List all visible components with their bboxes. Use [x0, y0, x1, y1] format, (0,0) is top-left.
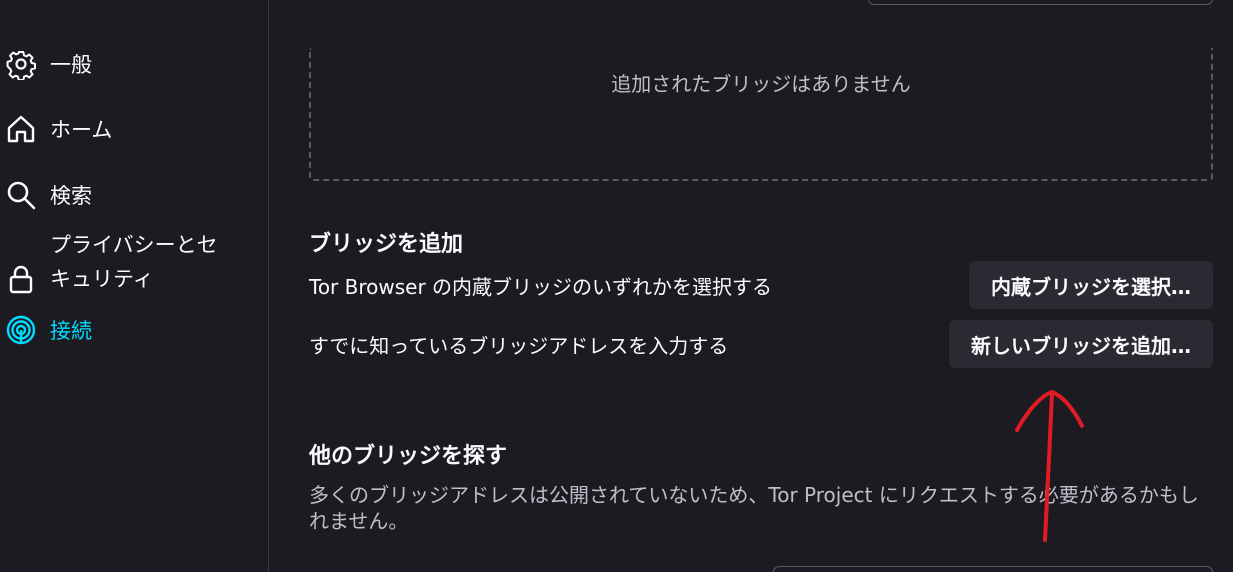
find-bridges-heading: 他のブリッジを探す — [309, 444, 508, 469]
sidebar-item-label: 検索 — [50, 184, 92, 208]
find-bridges-description: 多くのブリッジアドレスは公開されていないため、Tor Project にリクエス… — [309, 483, 1199, 533]
sidebar-item-label: 一般 — [50, 53, 92, 77]
bottom-control-edge[interactable] — [773, 566, 1213, 572]
lock-icon — [4, 262, 38, 296]
gear-icon — [4, 47, 38, 81]
known-bridge-text: すでに知っているブリッジアドレスを入力する — [309, 334, 729, 358]
top-input-edge[interactable] — [868, 0, 1213, 5]
sidebar: 一般 ホーム 検索 プライバシーとセキュリティ 接続 — [0, 0, 269, 572]
sidebar-item-general[interactable]: 一般 — [4, 47, 92, 81]
sidebar-item-search[interactable]: 検索 — [4, 178, 92, 212]
bridges-list: 追加されたブリッジはありません — [309, 48, 1213, 181]
add-bridge-heading: ブリッジを追加 — [309, 232, 464, 257]
sidebar-item-label: 接続 — [50, 319, 92, 343]
connection-icon — [4, 313, 38, 347]
home-icon — [4, 112, 38, 146]
empty-bridges-text: 追加されたブリッジはありません — [611, 72, 911, 96]
select-builtin-bridge-button[interactable]: 内蔵ブリッジを選択… — [969, 261, 1213, 309]
sidebar-item-label: プライバシーとセキュリティ — [50, 233, 218, 291]
sidebar-item-connection[interactable]: 接続 — [4, 313, 92, 347]
add-new-bridge-button[interactable]: 新しいブリッジを追加… — [949, 320, 1213, 368]
builtin-bridge-text: Tor Browser の内蔵ブリッジのいずれかを選択する — [309, 275, 773, 299]
search-icon — [4, 178, 38, 212]
sidebar-item-privacy[interactable]: プライバシーとセキュリティ — [4, 228, 230, 296]
connection-settings: 追加されたブリッジはありません ブリッジを追加 Tor Browser の内蔵ブ… — [309, 0, 1213, 572]
sidebar-item-home[interactable]: ホーム — [4, 112, 112, 146]
preferences-window: 一般 ホーム 検索 プライバシーとセキュリティ 接続 追加されたブリッジはありま… — [0, 0, 1233, 572]
sidebar-item-label: ホーム — [50, 118, 113, 142]
